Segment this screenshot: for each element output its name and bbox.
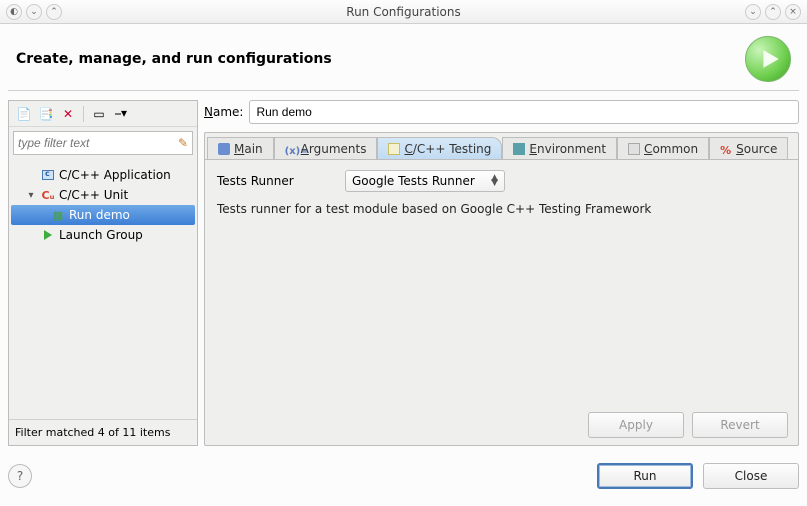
tab-footer: Apply Revert [205,405,798,445]
help-button[interactable]: ? [8,464,32,488]
titlebar: ◐ ⌄ ⌃ Run Configurations ⌄ ⌃ × [0,0,807,24]
config-detail-panel: Name: Main (x)= Arguments C/C++ Testing Envi… [204,100,799,446]
toolbar-separator [83,106,84,122]
window-title: Run Configurations [62,5,745,19]
titlebar-shade-up[interactable]: ⌃ [46,4,62,20]
dialog-footer: ? Run Close [8,456,799,496]
name-label: Name: [204,105,243,119]
common-tab-icon [628,143,640,155]
header-separator [8,90,799,91]
config-name-input[interactable] [249,100,799,124]
clear-filter-icon[interactable]: ✎ [178,136,188,150]
tree-item-cpp-app[interactable]: C/C++ Application [11,165,195,185]
titlebar-maximize[interactable]: ⌃ [765,4,781,20]
arguments-tab-icon: (x)= [285,143,297,155]
titlebar-app-icon: ◐ [6,4,22,20]
tests-runner-select[interactable]: Google Tests Runner ▲▼ [345,170,505,192]
launch-group-icon [41,228,55,242]
tree-item-label: Run demo [69,208,130,222]
tab-label: Arguments [301,142,367,156]
dialog-title: Create, manage, and run configurations [16,51,332,67]
tests-runner-label: Tests Runner [217,174,327,188]
tree-item-label: Launch Group [59,228,143,242]
run-button[interactable]: Run [597,463,693,489]
tree-item-cpp-unit[interactable]: ▾ Cᵤ C/C++ Unit [11,185,195,205]
tab-label: Main [234,142,263,156]
expand-arrow-icon[interactable]: ▾ [25,190,37,201]
tab-label: Source [736,142,777,156]
new-config-button[interactable]: 📄 [15,105,33,123]
dialog-header: Create, manage, and run configurations [0,24,807,90]
tests-runner-description: Tests runner for a test module based on … [217,202,786,216]
run-decor-icon [745,36,791,82]
tab-source[interactable]: % Source [709,137,788,159]
filter-input[interactable] [18,136,178,150]
tests-runner-value: Google Tests Runner [352,174,475,188]
tree-item-launch-group[interactable]: Launch Group [11,225,195,245]
config-toolbar: 📄 📑 ✕ ▭ ⎯▾ [9,101,197,127]
cpp-app-icon [41,168,55,182]
tree-item-run-demo[interactable]: ▦ Run demo [11,205,195,225]
duplicate-config-button[interactable]: 📑 [37,105,55,123]
titlebar-shade-down[interactable]: ⌄ [26,4,42,20]
tab-common[interactable]: Common [617,137,709,159]
titlebar-close[interactable]: × [785,4,801,20]
main-split: 📄 📑 ✕ ▭ ⎯▾ ✎ C/C++ Application ▾ Cᵤ C/C++ U… [8,100,799,446]
tab-testing[interactable]: C/C++ Testing [377,137,502,159]
collapse-all-button[interactable]: ▭ [90,105,108,123]
config-tree: C/C++ Application ▾ Cᵤ C/C++ Unit ▦ Run demo L… [9,159,197,419]
titlebar-minimize[interactable]: ⌄ [745,4,761,20]
select-spinner-icon: ▲▼ [491,176,498,186]
close-button[interactable]: Close [703,463,799,489]
tree-item-label: C/C++ Application [59,168,171,182]
config-tree-panel: 📄 📑 ✕ ▭ ⎯▾ ✎ C/C++ Application ▾ Cᵤ C/C++ U… [8,100,198,446]
run-config-icon: ▦ [51,208,65,222]
revert-button[interactable]: Revert [692,412,788,438]
tab-arguments[interactable]: (x)= Arguments [274,137,378,159]
source-tab-icon: % [720,143,732,155]
filter-menu-button[interactable]: ⎯▾ [112,105,130,123]
tab-content-testing: Tests Runner Google Tests Runner ▲▼ Test… [205,159,798,405]
tab-label: Environment [529,142,606,156]
tree-item-label: C/C++ Unit [59,188,128,202]
name-row: Name: [204,100,799,124]
filter-input-wrapper[interactable]: ✎ [13,131,193,155]
testing-tab-icon [388,143,400,155]
apply-button[interactable]: Apply [588,412,684,438]
tabstrip: Main (x)= Arguments C/C++ Testing Environmen… [205,133,798,159]
tab-main[interactable]: Main [207,137,274,159]
tab-label: C/C++ Testing [404,142,491,156]
tab-frame: Main (x)= Arguments C/C++ Testing Environmen… [204,132,799,446]
tab-label: Common [644,142,698,156]
delete-config-button[interactable]: ✕ [59,105,77,123]
cpp-unit-icon: Cᵤ [41,188,55,202]
main-tab-icon [218,143,230,155]
tests-runner-row: Tests Runner Google Tests Runner ▲▼ [217,170,786,192]
filter-status: Filter matched 4 of 11 items [9,419,197,445]
environment-tab-icon [513,143,525,155]
tab-env[interactable]: Environment [502,137,617,159]
